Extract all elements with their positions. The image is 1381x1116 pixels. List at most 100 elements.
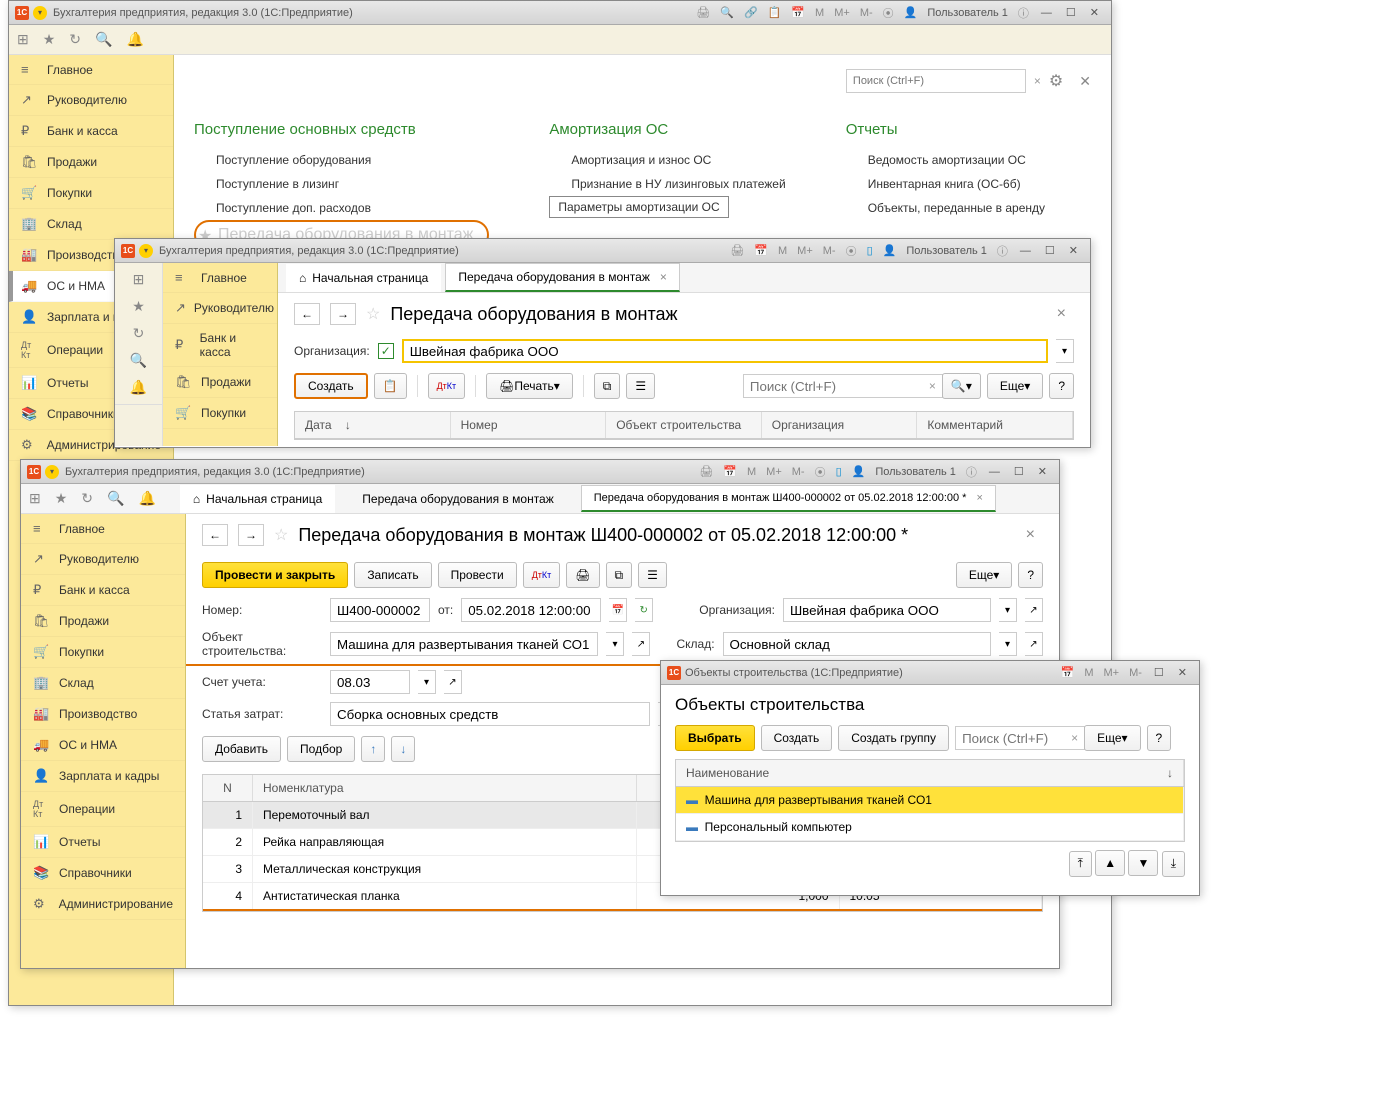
obj-open-icon[interactable]: ↗ bbox=[632, 632, 650, 656]
minimize-button[interactable]: — bbox=[1014, 243, 1037, 259]
documents-grid[interactable]: Дата ↓ Номер Объект строительства Органи… bbox=[294, 411, 1074, 440]
date-action-icon[interactable]: ↻ bbox=[635, 598, 653, 622]
link-leasing-in[interactable]: Поступление в лизинг bbox=[194, 172, 489, 196]
info-icon[interactable]: ⓘ bbox=[1014, 3, 1033, 23]
search-button[interactable]: 🔍▾ bbox=[942, 373, 981, 399]
org-checkbox[interactable]: ✓ bbox=[378, 343, 394, 359]
m-button[interactable]: M bbox=[1080, 665, 1097, 681]
print-icon[interactable]: 🖨 bbox=[726, 242, 748, 259]
org-dropdown-icon[interactable]: ▾ bbox=[999, 598, 1017, 622]
post-button[interactable]: Провести bbox=[438, 562, 517, 588]
history-icon[interactable]: ↻ bbox=[81, 490, 93, 507]
close-tab-icon[interactable]: × bbox=[976, 492, 982, 504]
org-dropdown-icon[interactable]: ▾ bbox=[1056, 339, 1074, 363]
sidebar-item-sales[interactable]: 🛍Продажи bbox=[163, 367, 277, 398]
sidebar-item-bank[interactable]: ₽Банк и касса bbox=[9, 116, 173, 147]
nav-back-button[interactable]: ← bbox=[294, 303, 320, 325]
wh-field[interactable] bbox=[723, 632, 991, 656]
history-icon[interactable]: ↻ bbox=[69, 31, 81, 48]
move-down-button[interactable]: ↓ bbox=[391, 736, 415, 762]
col-date[interactable]: Дата ↓ bbox=[295, 412, 451, 438]
date-picker-icon[interactable]: 📅 bbox=[609, 598, 627, 622]
close-button[interactable]: ✕ bbox=[1032, 463, 1053, 480]
maximize-button[interactable]: ☐ bbox=[1148, 664, 1170, 681]
close-tab-icon[interactable]: × bbox=[660, 270, 667, 284]
sidebar-item-catalogs[interactable]: 📚Справочники bbox=[21, 858, 185, 889]
yellow-button-icon[interactable]: ▾ bbox=[33, 6, 47, 20]
yellow-button-icon[interactable]: ▾ bbox=[45, 465, 59, 479]
move-up-button[interactable]: ↑ bbox=[361, 736, 385, 762]
sidebar-item-admin[interactable]: ⚙Администрирование bbox=[21, 889, 185, 920]
objects-grid[interactable]: Наименование↓ ▬ Машина для развертывания… bbox=[675, 759, 1185, 842]
search-input[interactable] bbox=[955, 726, 1085, 750]
sidebar-item-manager[interactable]: ↗Руководителю bbox=[163, 293, 277, 324]
list-button[interactable]: ☰ bbox=[638, 562, 667, 588]
back-icon[interactable]: ⦿ bbox=[842, 241, 861, 261]
sidebar-item-reports[interactable]: 📊Отчеты bbox=[21, 827, 185, 858]
clear-icon[interactable]: × bbox=[929, 379, 936, 393]
copy-button[interactable]: 📋 bbox=[374, 373, 407, 399]
post-close-button[interactable]: Провести и закрыть bbox=[202, 562, 348, 588]
link-amort[interactable]: Амортизация и износ ОС bbox=[549, 148, 785, 172]
bell-icon[interactable]: 🔔 bbox=[126, 31, 143, 48]
tab-transfer[interactable]: Передача оборудования в монтаж× bbox=[445, 263, 680, 292]
number-field[interactable] bbox=[330, 598, 430, 622]
wh-open-icon[interactable]: ↗ bbox=[1025, 632, 1043, 656]
close-button[interactable]: ✕ bbox=[1172, 664, 1193, 681]
sidebar-item-manager[interactable]: ↗Руководителю bbox=[9, 85, 173, 116]
search-icon[interactable]: 🔍 bbox=[107, 490, 124, 507]
mminus-button[interactable]: M- bbox=[788, 464, 809, 480]
nav-fwd-button[interactable]: → bbox=[330, 303, 356, 325]
back-icon[interactable]: ⦿ bbox=[811, 462, 830, 482]
link-amort-report[interactable]: Ведомость амортизации ОС bbox=[846, 148, 1046, 172]
help-button[interactable]: ? bbox=[1049, 373, 1074, 399]
sidebar-item-bank[interactable]: ₽Банк и касса bbox=[163, 324, 277, 367]
info-icon[interactable]: ⓘ bbox=[993, 241, 1012, 261]
close-button[interactable]: ✕ bbox=[1084, 4, 1105, 21]
help-button[interactable]: ? bbox=[1018, 562, 1043, 588]
apps-icon[interactable]: ⊞ bbox=[133, 271, 145, 288]
close-button[interactable]: ✕ bbox=[1063, 242, 1084, 259]
favorite-star-icon[interactable]: ☆ bbox=[366, 304, 380, 324]
help-button[interactable]: ? bbox=[1147, 725, 1172, 751]
more-button[interactable]: Еще ▾ bbox=[956, 562, 1012, 588]
cost-field[interactable] bbox=[330, 702, 650, 726]
m-button[interactable]: M bbox=[774, 243, 791, 259]
info-icon[interactable]: ⓘ bbox=[962, 462, 981, 482]
minimize-button[interactable]: — bbox=[1035, 5, 1058, 21]
maximize-button[interactable]: ☐ bbox=[1060, 4, 1082, 21]
gear-icon[interactable]: ⚙ bbox=[1049, 71, 1063, 91]
sidebar-item-salary[interactable]: 👤Зарплата и кадры bbox=[21, 761, 185, 792]
sidebar-item-sales[interactable]: 🛍Продажи bbox=[9, 147, 173, 178]
list-item[interactable]: ▬ Персональный компьютер bbox=[676, 814, 1184, 841]
nav-fwd-button[interactable]: → bbox=[238, 524, 264, 546]
obj-dropdown-icon[interactable]: ▾ bbox=[606, 632, 624, 656]
calendar-icon[interactable]: 📅 bbox=[750, 242, 772, 259]
calendar-icon[interactable]: 📅 bbox=[719, 463, 741, 480]
panel-icon[interactable]: ▯ bbox=[863, 242, 877, 259]
star-icon[interactable]: ★ bbox=[55, 490, 68, 507]
col-n[interactable]: N bbox=[203, 775, 253, 801]
sidebar-item-sales[interactable]: 🛍Продажи bbox=[21, 606, 185, 637]
nav-last-button[interactable]: ⤓ bbox=[1162, 851, 1185, 877]
create-button[interactable]: Создать bbox=[761, 725, 833, 751]
maximize-button[interactable]: ☐ bbox=[1008, 463, 1030, 480]
sidebar-item-os-nma[interactable]: 🚚ОС и НМА bbox=[21, 730, 185, 761]
calendar-icon[interactable]: 📅 bbox=[787, 4, 809, 21]
mplus-button[interactable]: M+ bbox=[830, 5, 854, 21]
print-icon[interactable]: 🖨 bbox=[692, 4, 714, 21]
col-name[interactable]: Наименование↓ bbox=[676, 760, 1184, 786]
search-icon[interactable]: 🔍 bbox=[95, 31, 112, 48]
more-button[interactable]: Еще ▾ bbox=[1084, 725, 1140, 751]
tab-home[interactable]: ⌂Начальная страница bbox=[180, 485, 335, 513]
tab-home[interactable]: ⌂Начальная страница bbox=[286, 264, 441, 292]
add-row-button[interactable]: Добавить bbox=[202, 736, 281, 762]
sidebar-item-main[interactable]: ≡Главное bbox=[9, 55, 173, 85]
org-field[interactable] bbox=[402, 339, 1048, 363]
tab-list[interactable]: Передача оборудования в монтаж bbox=[349, 485, 567, 513]
link-inv-book[interactable]: Инвентарная книга (ОС-6б) bbox=[846, 172, 1046, 196]
col-object[interactable]: Объект строительства bbox=[606, 412, 762, 438]
link-leased-out[interactable]: Объекты, переданные в аренду bbox=[846, 196, 1046, 220]
sidebar-item-manager[interactable]: ↗Руководителю bbox=[21, 544, 185, 575]
bell-icon[interactable]: 🔔 bbox=[130, 379, 147, 396]
